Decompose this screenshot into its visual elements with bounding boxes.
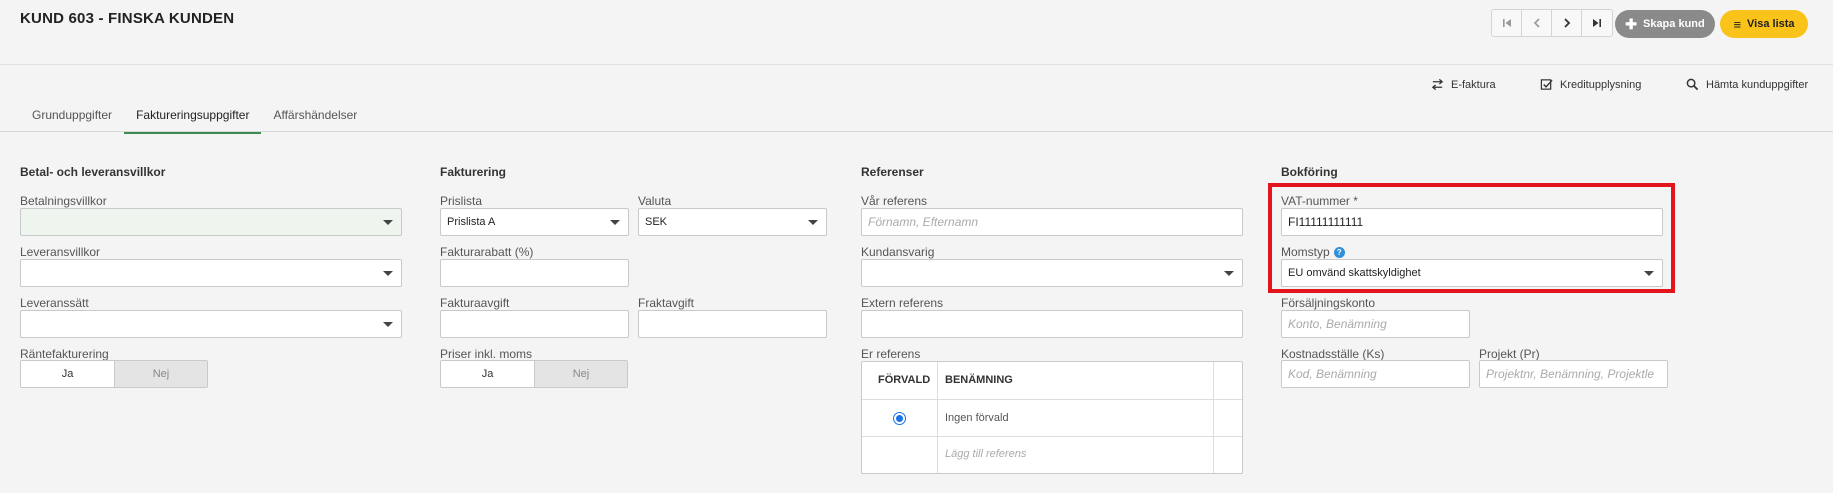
- column-header-forvald: FÖRVALD: [878, 374, 931, 386]
- caret-down-icon: [610, 220, 620, 225]
- forsaljningskonto-label: Försäljningskonto: [1281, 296, 1376, 310]
- header-divider: [0, 64, 1833, 65]
- leveransvillkor-select[interactable]: [20, 259, 402, 287]
- plus-icon: ✚: [1625, 16, 1637, 32]
- caret-down-icon: [808, 220, 818, 225]
- add-reference-input[interactable]: Lägg till referens: [945, 448, 1026, 460]
- caret-down-icon: [383, 220, 393, 225]
- record-navigation: [1491, 9, 1613, 37]
- previous-record-button[interactable]: [1522, 10, 1552, 36]
- fakturaavgift-input[interactable]: [440, 310, 629, 338]
- highlight-box: [1268, 183, 1675, 293]
- forsaljningskonto-input[interactable]: Konto, Benämning: [1281, 310, 1470, 338]
- last-record-button[interactable]: [1582, 10, 1612, 36]
- var-referens-label: Vår referens: [861, 194, 928, 208]
- kundansvarig-select[interactable]: [861, 259, 1243, 287]
- kreditupplysning-link[interactable]: Kreditupplysning: [1540, 78, 1641, 91]
- priser-inkl-moms-label: Priser inkl. moms: [440, 347, 533, 361]
- default-radio[interactable]: [893, 412, 906, 425]
- er-referens-table: FÖRVALD BENÄMNING Ingen förvald Lägg til…: [861, 361, 1243, 474]
- section-title-betal: Betal- och leveransvillkor: [20, 165, 166, 179]
- priser-inkl-moms-nej[interactable]: Nej: [534, 361, 627, 387]
- er-referens-label: Er referens: [861, 347, 921, 361]
- extern-referens-label: Extern referens: [861, 296, 944, 310]
- checkbox-icon: [1540, 79, 1553, 90]
- leveranssatt-select[interactable]: [20, 310, 402, 338]
- rantefakturering-nej[interactable]: Nej: [114, 361, 207, 387]
- projekt-input[interactable]: Projektnr, Benämning, Projektle: [1479, 360, 1668, 388]
- valuta-label: Valuta: [638, 194, 672, 208]
- extern-referens-input[interactable]: [861, 310, 1243, 338]
- fraktavgift-input[interactable]: [638, 310, 827, 338]
- fakturarabatt-input[interactable]: [440, 259, 629, 287]
- rantefakturering-ja[interactable]: Ja: [21, 361, 114, 387]
- caret-down-icon: [383, 322, 393, 327]
- section-title-bokforing: Bokföring: [1281, 165, 1338, 179]
- kundansvarig-label: Kundansvarig: [861, 245, 935, 259]
- priser-inkl-moms-ja[interactable]: Ja: [441, 361, 534, 387]
- fakturarabatt-label: Fakturarabatt (%): [440, 245, 534, 259]
- create-customer-button[interactable]: ✚ Skapa kund: [1615, 10, 1715, 38]
- valuta-select[interactable]: SEK: [638, 208, 827, 236]
- page-title: KUND 603 - FINSKA KUNDEN: [20, 10, 235, 27]
- section-title-fakturering: Fakturering: [440, 165, 507, 179]
- tab-bar: Grunduppgifter Faktureringsuppgifter Aff…: [20, 100, 369, 134]
- search-icon: [1686, 78, 1699, 91]
- leveransvillkor-label: Leveransvillkor: [20, 245, 101, 259]
- betalningsvillkor-label: Betalningsvillkor: [20, 194, 107, 208]
- leveranssatt-label: Leveranssätt: [20, 296, 89, 310]
- efaktura-link[interactable]: E-faktura: [1431, 78, 1496, 91]
- ingen-forvald-cell: Ingen förvald: [945, 412, 1009, 424]
- swap-arrows-icon: [1431, 78, 1444, 91]
- caret-down-icon: [1224, 271, 1234, 276]
- var-referens-input[interactable]: Förnamn, Efternamn: [861, 208, 1243, 236]
- fakturaavgift-label: Fakturaavgift: [440, 296, 510, 310]
- list-icon: ≡: [1733, 16, 1742, 32]
- hamta-kunduppgifter-link[interactable]: Hämta kunduppgifter: [1686, 78, 1808, 91]
- table-row[interactable]: [862, 400, 1242, 437]
- prislista-select[interactable]: Prislista A: [440, 208, 629, 236]
- tab-affarshandelser[interactable]: Affärshändelser: [261, 100, 369, 134]
- last-icon: [1593, 19, 1601, 27]
- tabs-divider: [0, 131, 1833, 132]
- kostnadsstalle-label: Kostnadsställe (Ks): [1281, 347, 1385, 361]
- rantefakturering-label: Räntefakturering: [20, 347, 109, 361]
- next-record-button[interactable]: [1552, 10, 1582, 36]
- prislista-label: Prislista: [440, 194, 483, 208]
- tab-faktureringsuppgifter[interactable]: Faktureringsuppgifter: [124, 100, 262, 134]
- first-record-button[interactable]: [1492, 10, 1522, 36]
- column-header-benamning: BENÄMNING: [945, 374, 1013, 386]
- fraktavgift-label: Fraktavgift: [638, 296, 695, 310]
- chevron-right-icon: [1563, 18, 1570, 28]
- tab-grunduppgifter[interactable]: Grunduppgifter: [20, 100, 124, 134]
- kostnadsstalle-input[interactable]: Kod, Benämning: [1281, 360, 1470, 388]
- section-title-referenser: Referenser: [861, 165, 924, 179]
- chevron-left-icon: [1533, 18, 1540, 28]
- projekt-label: Projekt (Pr): [1479, 347, 1540, 361]
- first-icon: [1502, 19, 1511, 27]
- rantefakturering-toggle: Ja Nej: [20, 360, 208, 388]
- show-list-button[interactable]: ≡ Visa lista: [1720, 10, 1808, 38]
- priser-inkl-moms-toggle: Ja Nej: [440, 360, 628, 388]
- caret-down-icon: [383, 271, 393, 276]
- betalningsvillkor-select[interactable]: [20, 208, 402, 236]
